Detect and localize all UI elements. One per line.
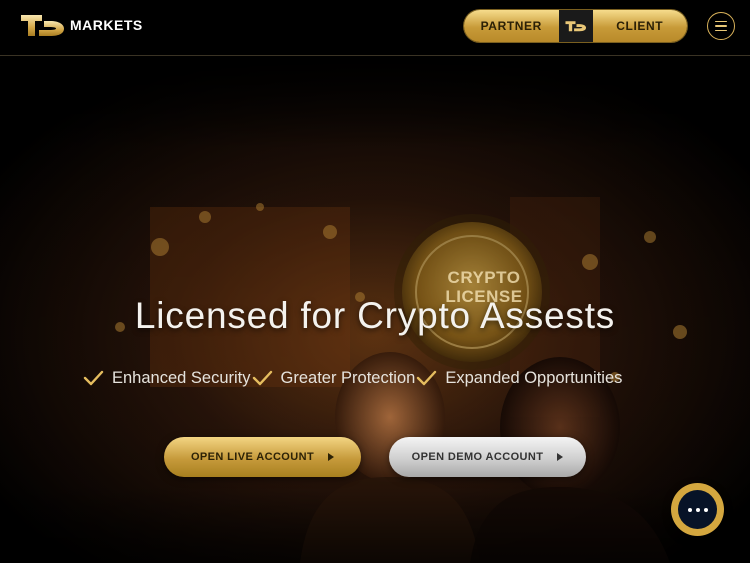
caret-right-icon bbox=[328, 453, 335, 461]
chat-bubble-icon bbox=[678, 490, 717, 529]
partner-button[interactable]: PARTNER bbox=[464, 10, 559, 42]
chat-dot bbox=[703, 507, 708, 512]
cta-live-label: OPEN LIVE ACCOUNT bbox=[190, 451, 315, 463]
partner-client-switch: PARTNER CLIENT bbox=[464, 10, 687, 42]
hero-title: Licensed for Crypto Assests bbox=[134, 295, 616, 336]
feature-item: Enhanced Security bbox=[82, 369, 251, 388]
open-live-account-button[interactable]: OPEN LIVE ACCOUNT bbox=[164, 437, 361, 477]
check-icon bbox=[83, 370, 104, 386]
open-demo-account-button[interactable]: OPEN DEMO ACCOUNT bbox=[389, 437, 586, 477]
badge-line-1: CRYPTO bbox=[447, 268, 521, 287]
client-button[interactable]: CLIENT bbox=[593, 10, 688, 42]
menu-line bbox=[715, 20, 727, 23]
feature-item: Expanded Opportunities bbox=[415, 369, 622, 388]
hero-banner: CRYPTO LICENSE Licensed for Crypto Asses… bbox=[0, 57, 750, 563]
cta-demo-label: OPEN DEMO ACCOUNT bbox=[411, 451, 544, 463]
menu-line bbox=[715, 29, 727, 32]
hamburger-menu-icon[interactable] bbox=[707, 12, 735, 40]
menu-line bbox=[715, 25, 727, 27]
check-icon bbox=[417, 370, 437, 386]
feature-item: Greater Protection bbox=[251, 368, 416, 388]
feature-label: Enhanced Security bbox=[112, 368, 251, 387]
top-navbar: MARKETS PARTNER CLIENT bbox=[0, 0, 750, 56]
td-logo-icon bbox=[21, 15, 64, 36]
td-logo-icon bbox=[564, 21, 586, 32]
chat-dot bbox=[695, 507, 700, 512]
brand-name: MARKETS bbox=[70, 17, 143, 33]
caret-right-icon bbox=[557, 453, 564, 461]
chat-button[interactable] bbox=[671, 483, 724, 536]
switch-logo bbox=[558, 10, 593, 42]
check-icon bbox=[252, 370, 272, 386]
brand-logo[interactable]: MARKETS bbox=[20, 11, 143, 39]
feature-list: Enhanced Security Greater Protection Exp… bbox=[82, 367, 622, 389]
feature-label: Greater Protection bbox=[280, 368, 416, 387]
feature-label: Expanded Opportunities bbox=[445, 368, 623, 387]
chat-dot bbox=[687, 507, 692, 512]
